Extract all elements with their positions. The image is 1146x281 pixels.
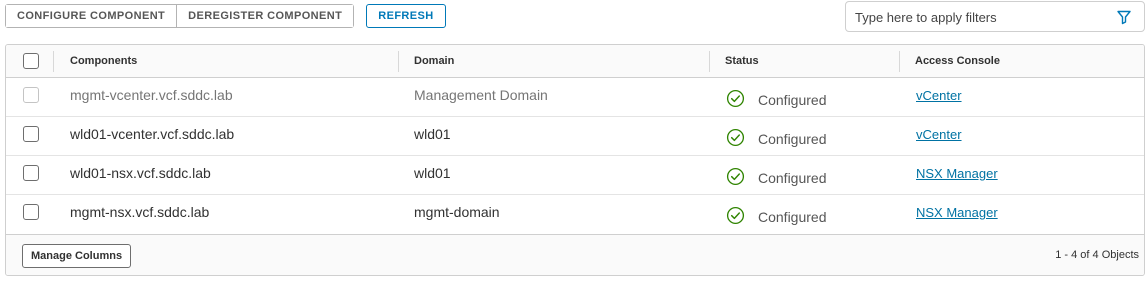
column-separator[interactable] <box>398 51 399 72</box>
status-cell: Configured <box>726 166 827 186</box>
column-separator <box>53 51 54 72</box>
column-header-components[interactable]: Components <box>70 45 137 78</box>
datagrid-header: Components Domain Status Access Console <box>6 45 1144 78</box>
datagrid-footer: Manage Columns 1 - 4 of 4 Objects <box>6 234 1144 275</box>
column-separator[interactable] <box>709 51 710 72</box>
column-header-access-console[interactable]: Access Console <box>915 45 1000 78</box>
action-toolbar: CONFIGURE COMPONENT DEREGISTER COMPONENT… <box>5 4 446 28</box>
check-circle-icon <box>726 206 745 224</box>
row-checkbox <box>23 87 39 103</box>
status-text: Configured <box>758 131 827 147</box>
column-header-status[interactable]: Status <box>725 45 759 78</box>
components-datagrid: Components Domain Status Access Console … <box>5 44 1145 276</box>
table-row: mgmt-nsx.vcf.sddc.lab mgmt-domain Config… <box>6 195 1144 234</box>
domain-name: Management Domain <box>414 87 548 103</box>
check-circle-icon <box>726 89 745 107</box>
status-text: Configured <box>758 209 827 225</box>
status-cell: Configured <box>726 88 827 108</box>
configure-component-button[interactable]: CONFIGURE COMPONENT <box>6 5 177 27</box>
component-name: wld01-nsx.vcf.sddc.lab <box>70 165 211 181</box>
domain-name: mgmt-domain <box>414 204 500 220</box>
status-text: Configured <box>758 92 827 108</box>
check-circle-icon <box>726 128 745 146</box>
column-header-domain[interactable]: Domain <box>414 45 454 78</box>
select-all-checkbox[interactable] <box>23 53 39 69</box>
filter-input[interactable] <box>855 8 1105 26</box>
table-row: wld01-vcenter.vcf.sddc.lab wld01 Configu… <box>6 117 1144 156</box>
access-console-link[interactable]: NSX Manager <box>916 205 998 220</box>
manage-columns-button[interactable]: Manage Columns <box>22 244 132 268</box>
table-row: wld01-nsx.vcf.sddc.lab wld01 Configured … <box>6 156 1144 195</box>
table-row: mgmt-vcenter.vcf.sddc.lab Management Dom… <box>6 78 1144 117</box>
column-separator[interactable] <box>899 51 900 72</box>
component-name: mgmt-nsx.vcf.sddc.lab <box>70 204 210 220</box>
domain-name: wld01 <box>414 126 451 142</box>
status-text: Configured <box>758 170 827 186</box>
filter-icon[interactable] <box>1116 9 1132 25</box>
access-console-link[interactable]: vCenter <box>916 127 962 142</box>
object-count: 1 - 4 of 4 Objects <box>1055 249 1139 261</box>
row-checkbox[interactable] <box>23 204 39 220</box>
access-console-link[interactable]: vCenter <box>916 88 962 103</box>
status-cell: Configured <box>726 205 827 225</box>
component-name: mgmt-vcenter.vcf.sddc.lab <box>70 87 233 103</box>
deregister-component-button[interactable]: DEREGISTER COMPONENT <box>176 5 354 27</box>
component-button-group: CONFIGURE COMPONENT DEREGISTER COMPONENT <box>5 4 355 28</box>
access-console-link[interactable]: NSX Manager <box>916 166 998 181</box>
component-name: wld01-vcenter.vcf.sddc.lab <box>70 126 235 142</box>
domain-name: wld01 <box>414 165 451 181</box>
refresh-button[interactable]: REFRESH <box>366 4 446 28</box>
row-checkbox[interactable] <box>23 126 39 142</box>
status-cell: Configured <box>726 127 827 147</box>
check-circle-icon <box>726 167 745 185</box>
row-checkbox[interactable] <box>23 165 39 181</box>
filter-box <box>845 1 1145 32</box>
